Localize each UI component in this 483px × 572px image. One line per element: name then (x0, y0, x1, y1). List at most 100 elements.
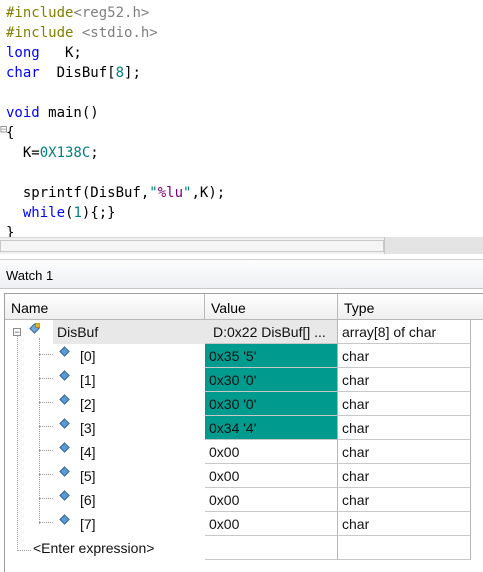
watch-window: Watch 1 Name Value Type − DisBuf D:0x22 … (0, 257, 483, 572)
watch-row-element[interactable]: [0] 0x35 '5' char (5, 344, 480, 368)
element-type: char (338, 368, 471, 392)
code-line: #include<reg52.h> (6, 3, 225, 23)
code-line: void main() (6, 103, 225, 123)
code-line: K=0X138C; (6, 143, 225, 163)
variable-struct-icon (29, 323, 40, 334)
code-token: char (6, 65, 40, 81)
element-value[interactable]: 0x34 '4' (205, 416, 338, 440)
watch-row-element[interactable]: [4] 0x00 char (5, 440, 480, 464)
watch-panel-header: Watch 1 (0, 259, 483, 289)
code-token: #include (6, 25, 82, 41)
code-token: %lu (157, 185, 184, 201)
code-token: K= (6, 145, 40, 161)
column-header-name[interactable]: Name (5, 294, 205, 320)
code-token: sprintf(DisBuf, (6, 185, 150, 201)
scrollbar-corner (384, 237, 483, 254)
variable-icon (59, 346, 70, 357)
variable-type: array[8] of char (338, 320, 471, 344)
variable-value[interactable]: D:0x22 DisBuf[] ... (205, 320, 338, 344)
watch-row-disbuf[interactable]: − DisBuf D:0x22 DisBuf[] ... array[8] of… (5, 320, 480, 344)
column-header-type[interactable]: Type (338, 294, 483, 320)
element-index: [4] (80, 444, 96, 460)
element-type: char (338, 464, 471, 488)
watch-title: Watch 1 (6, 268, 54, 283)
code-token: DisBuf[ (39, 65, 116, 81)
element-index: [0] (80, 348, 96, 364)
watch-grid: Name Value Type − DisBuf D:0x22 DisBuf[]… (4, 293, 483, 572)
watch-row-element[interactable]: [2] 0x30 '0' char (5, 392, 480, 416)
column-header-value[interactable]: Value (205, 294, 338, 320)
enter-expression-input[interactable]: <Enter expression> (33, 536, 154, 560)
element-type: char (338, 416, 471, 440)
tree-line (39, 402, 53, 403)
code-token: 8 (115, 65, 125, 81)
watch-row-element[interactable]: [1] 0x30 '0' char (5, 368, 480, 392)
code-line: char DisBuf[8]; (6, 63, 225, 83)
code-token: } (6, 225, 15, 237)
code-token: #include (6, 5, 74, 21)
code-line: { (6, 123, 225, 143)
variable-icon (59, 394, 70, 405)
tree-line (39, 426, 53, 427)
watch-row-element[interactable]: [3] 0x34 '4' char (5, 416, 480, 440)
element-value[interactable]: 0x30 '0' (205, 368, 338, 392)
element-value[interactable]: 0x35 '5' (205, 344, 338, 368)
element-value[interactable]: 0x00 (205, 440, 338, 464)
source-code[interactable]: #include<reg52.h> #include <stdio.h> long … (6, 3, 225, 237)
horizontal-scrollbar[interactable] (0, 237, 384, 254)
watch-row-element[interactable]: [5] 0x00 char (5, 464, 480, 488)
element-value[interactable]: 0x00 (205, 464, 338, 488)
variable-icon (59, 466, 70, 477)
code-token: main() (39, 105, 99, 121)
watch-row-element[interactable]: [7] 0x00 char (5, 512, 480, 536)
tree-line (39, 378, 53, 379)
fold-marker[interactable]: ⊟ (0, 122, 7, 136)
code-line: #include <stdio.h> (6, 23, 225, 43)
watch-row-element[interactable]: [6] 0x00 char (5, 488, 480, 512)
element-index: [6] (80, 492, 96, 508)
code-token: ]; (124, 65, 141, 81)
code-token: " (149, 185, 158, 201)
code-token: ,K); (191, 185, 226, 201)
code-token: void (6, 105, 40, 121)
tree-line (39, 474, 53, 475)
enter-expression-row[interactable]: <Enter expression> (5, 536, 480, 560)
element-value[interactable]: 0x00 (205, 512, 338, 536)
element-type: char (338, 392, 471, 416)
collapse-toggle[interactable]: − (13, 328, 21, 337)
empty-value-cell (205, 536, 338, 560)
code-token: <reg52.h> (73, 5, 150, 21)
code-editor[interactable]: #include<reg52.h> #include <stdio.h> long … (0, 0, 483, 237)
code-token: <stdio.h> (81, 25, 158, 41)
element-type: char (338, 512, 471, 536)
element-value[interactable]: 0x30 '0' (205, 392, 338, 416)
code-line: while(1){;} (6, 203, 225, 223)
tree-line (39, 450, 53, 451)
element-value[interactable]: 0x00 (205, 488, 338, 512)
element-index: [5] (80, 468, 96, 484)
code-token: while (22, 205, 66, 221)
code-line: long K; (6, 43, 225, 63)
tree-line (39, 498, 53, 499)
variable-icon (59, 514, 70, 525)
code-token: 0X138C (39, 145, 91, 161)
variable-name: DisBuf (57, 324, 99, 340)
code-token: ; (90, 145, 99, 161)
scrollbar-thumb[interactable] (0, 240, 384, 252)
tree-line (39, 354, 53, 355)
empty-type-cell (338, 536, 471, 560)
variable-icon (59, 442, 70, 453)
element-index: [7] (80, 516, 96, 532)
code-token: 1 (73, 205, 82, 221)
code-token: { (6, 125, 15, 141)
element-index: [2] (80, 396, 96, 412)
variable-icon (59, 490, 70, 501)
element-index: [3] (80, 420, 96, 436)
element-index: [1] (80, 372, 96, 388)
variable-icon (59, 370, 70, 381)
code-line: sprintf(DisBuf,"%lu",K); (6, 183, 225, 203)
element-type: char (338, 440, 471, 464)
